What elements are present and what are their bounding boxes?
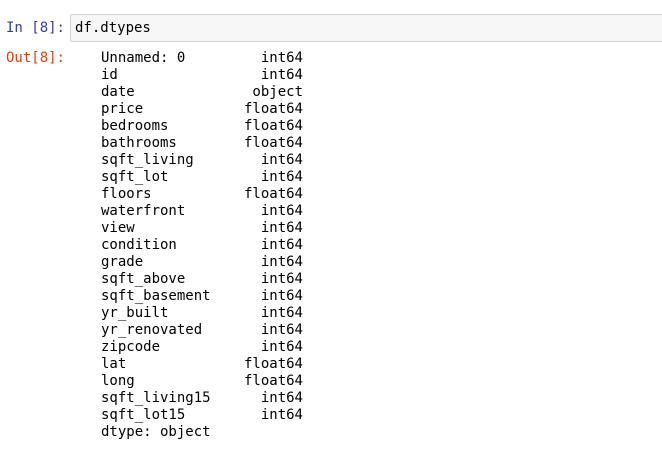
dtype-row: Unnamed: 0 int64 — [101, 50, 321, 67]
column-name: view — [101, 220, 135, 236]
dtype-list: Unnamed: 0 int64 id int64 date object price flo… — [101, 50, 321, 424]
code-input-area[interactable]: df.dtypes — [70, 14, 662, 42]
column-name: sqft_lot — [101, 169, 169, 185]
dtype-row: bathrooms float64 — [101, 135, 321, 152]
dtype-row: zipcode int64 — [101, 339, 321, 356]
column-dtype: int64 — [260, 67, 303, 83]
dtype-row: price float64 — [101, 101, 321, 118]
column-dtype: int64 — [260, 152, 303, 168]
column-name: lat — [101, 356, 127, 372]
column-name: price — [101, 101, 144, 117]
column-dtype: int64 — [260, 169, 303, 185]
dtype-row: sqft_living int64 — [101, 152, 321, 169]
column-dtype: float64 — [243, 101, 303, 117]
column-name: bedrooms — [101, 118, 169, 134]
dtype-row: date object — [101, 84, 321, 101]
dtype-row: grade int64 — [101, 254, 321, 271]
notebook-cell: In [8]: df.dtypes Out[8]: Unnamed: 0 int6… — [0, 0, 662, 449]
output-area: Unnamed: 0 int64 id int64 date object price flo… — [101, 50, 321, 441]
dtype-row: yr_built int64 — [101, 305, 321, 322]
column-name: condition — [101, 237, 177, 253]
dtype-row: yr_renovated int64 — [101, 322, 321, 339]
dtype-row: sqft_above int64 — [101, 271, 321, 288]
column-dtype: object — [252, 84, 303, 100]
column-name: bathrooms — [101, 135, 177, 151]
output-prompt: Out[8]: — [5, 50, 65, 66]
column-name: sqft_basement — [101, 288, 211, 304]
column-dtype: int64 — [260, 220, 303, 236]
column-dtype: int64 — [260, 254, 303, 270]
column-dtype: int64 — [260, 322, 303, 338]
column-name: grade — [101, 254, 144, 270]
dtype-row: view int64 — [101, 220, 321, 237]
column-dtype: int64 — [260, 271, 303, 287]
column-dtype: float64 — [243, 186, 303, 202]
column-name: sqft_above — [101, 271, 186, 287]
column-name: Unnamed: 0 — [101, 50, 186, 66]
column-dtype: int64 — [260, 390, 303, 406]
column-name: yr_built — [101, 305, 169, 321]
dtype-row: long float64 — [101, 373, 321, 390]
column-name: yr_renovated — [101, 322, 203, 338]
column-name: floors — [101, 186, 152, 202]
dtype-row: sqft_lot int64 — [101, 169, 321, 186]
dtype-row: id int64 — [101, 67, 321, 84]
column-name: id — [101, 67, 118, 83]
column-dtype: int64 — [260, 50, 303, 66]
dtype-footer: dtype: object — [101, 424, 211, 440]
column-dtype: int64 — [260, 339, 303, 355]
column-name: sqft_living15 — [101, 390, 211, 406]
column-dtype: int64 — [260, 305, 303, 321]
dtype-row: floors float64 — [101, 186, 321, 203]
column-name: zipcode — [101, 339, 161, 355]
column-dtype: int64 — [260, 237, 303, 253]
input-prompt: In [8]: — [5, 20, 65, 36]
column-name: long — [101, 373, 135, 389]
dtype-row: waterfront int64 — [101, 203, 321, 220]
column-dtype: float64 — [243, 118, 303, 134]
dtype-row: bedrooms float64 — [101, 118, 321, 135]
column-name: date — [101, 84, 135, 100]
column-name: waterfront — [101, 203, 186, 219]
dtype-row: sqft_living15 int64 — [101, 390, 321, 407]
dtype-row: lat float64 — [101, 356, 321, 373]
column-name: sqft_living — [101, 152, 194, 168]
column-dtype: float64 — [243, 356, 303, 372]
dtype-row: condition int64 — [101, 237, 321, 254]
column-dtype: int64 — [260, 288, 303, 304]
dtype-row: sqft_lot15 int64 — [101, 407, 321, 424]
code-text: df.dtypes — [75, 20, 151, 36]
column-dtype: float64 — [243, 135, 303, 151]
column-dtype: int64 — [260, 407, 303, 423]
column-dtype: int64 — [260, 203, 303, 219]
column-dtype: float64 — [243, 373, 303, 389]
column-name: sqft_lot15 — [101, 407, 186, 423]
dtype-row: sqft_basement int64 — [101, 288, 321, 305]
